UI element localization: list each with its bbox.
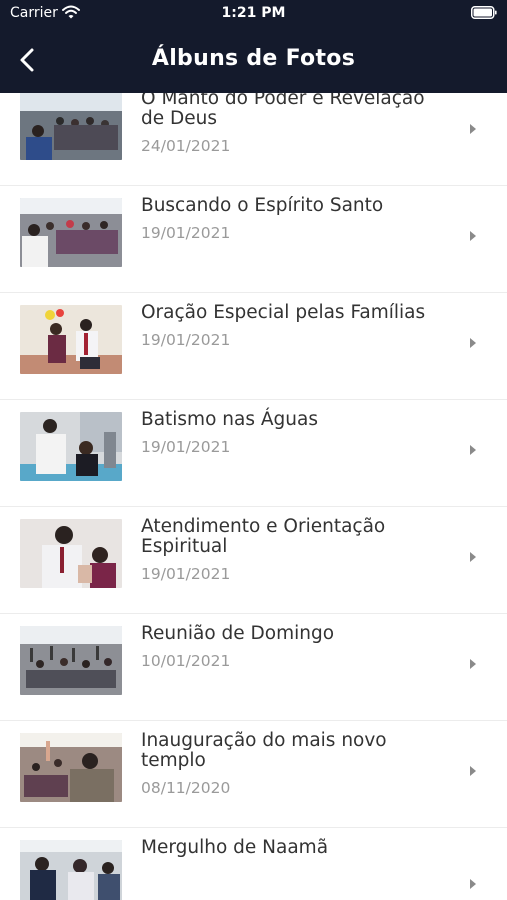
top-bar: Carrier 1:21 PM Álbuns de Fotos bbox=[0, 0, 507, 93]
album-thumbnail bbox=[20, 519, 122, 588]
page-title: Álbuns de Fotos bbox=[151, 46, 356, 71]
album-row[interactable]: Oração Especial pelas Famílias 19/01/202… bbox=[0, 293, 507, 400]
album-row[interactable]: Mergulho de Naamã bbox=[0, 828, 507, 900]
album-row[interactable]: O Manto do Poder e Revelação de Deus 24/… bbox=[0, 93, 507, 186]
chevron-right-icon bbox=[470, 124, 476, 134]
album-date: 10/01/2021 bbox=[141, 652, 231, 670]
album-row[interactable]: Buscando o Espírito Santo 19/01/2021 bbox=[0, 186, 507, 293]
album-row[interactable]: Reunião de Domingo 10/01/2021 bbox=[0, 614, 507, 721]
album-thumbnail bbox=[20, 198, 122, 267]
album-date: 19/01/2021 bbox=[141, 438, 231, 456]
album-title: Reunião de Domingo bbox=[141, 623, 335, 644]
album-title: Batismo nas Águas bbox=[141, 409, 318, 430]
album-title: Buscando o Espírito Santo bbox=[141, 195, 384, 216]
chevron-right-icon bbox=[470, 879, 476, 889]
battery-icon bbox=[471, 6, 497, 19]
album-thumbnail bbox=[20, 626, 122, 695]
nav-bar: Álbuns de Fotos bbox=[0, 34, 507, 86]
status-time: 1:21 PM bbox=[221, 5, 286, 21]
chevron-right-icon bbox=[470, 231, 476, 241]
status-bar: Carrier 1:21 PM bbox=[0, 0, 507, 28]
album-thumbnail bbox=[20, 733, 122, 802]
album-row[interactable]: Inauguração do mais novo templo 08/11/20… bbox=[0, 721, 507, 828]
album-date: 19/01/2021 bbox=[141, 224, 231, 242]
album-date: 19/01/2021 bbox=[141, 331, 231, 349]
album-row[interactable]: Atendimento e Orientação Espiritual 19/0… bbox=[0, 507, 507, 614]
album-row[interactable]: Batismo nas Águas 19/01/2021 bbox=[0, 400, 507, 507]
chevron-right-icon bbox=[470, 766, 476, 776]
album-thumbnail bbox=[20, 412, 122, 481]
album-title: Atendimento e Orientação Espiritual bbox=[141, 516, 386, 557]
album-title: Inauguração do mais novo templo bbox=[141, 730, 387, 771]
album-thumbnail bbox=[20, 93, 122, 160]
album-title: Oração Especial pelas Famílias bbox=[141, 302, 426, 323]
album-date: 24/01/2021 bbox=[141, 137, 231, 155]
album-title: Mergulho de Naamã bbox=[141, 837, 329, 858]
album-date: 19/01/2021 bbox=[141, 565, 231, 583]
chevron-right-icon bbox=[470, 338, 476, 348]
album-date: 08/11/2020 bbox=[141, 779, 231, 797]
album-thumbnail bbox=[20, 305, 122, 374]
chevron-right-icon bbox=[470, 552, 476, 562]
chevron-right-icon bbox=[470, 659, 476, 669]
album-list[interactable]: O Manto do Poder e Revelação de Deus 24/… bbox=[0, 93, 507, 900]
album-title: O Manto do Poder e Revelação de Deus bbox=[141, 93, 425, 129]
chevron-right-icon bbox=[470, 445, 476, 455]
album-thumbnail bbox=[20, 840, 122, 900]
